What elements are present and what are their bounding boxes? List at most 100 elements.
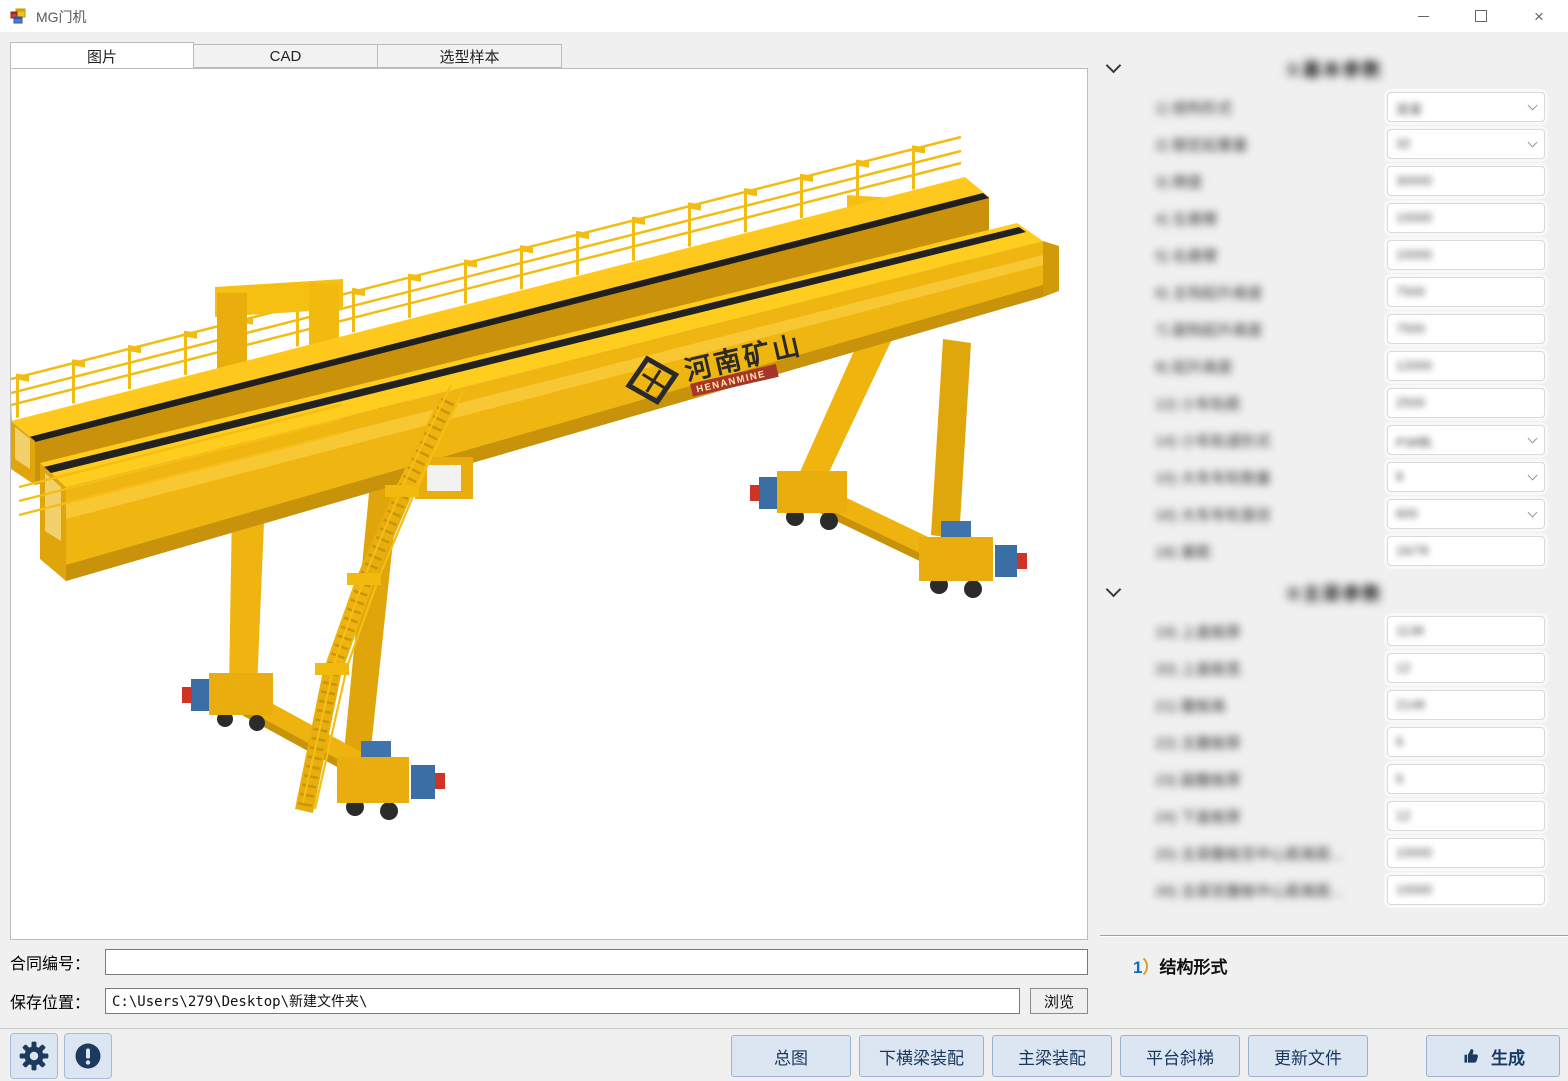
toolbar-button-主梁装配[interactable]: 主梁装配 [992,1035,1112,1077]
param-row: 14) 小车轨道形式 P38轨 [1100,425,1568,455]
param-input[interactable]: 10000 [1387,875,1545,905]
toolbar-button-更新文件[interactable]: 更新文件 [1248,1035,1368,1077]
param-input[interactable]: 10000 [1387,838,1545,868]
param-label: 18) 基距 [1155,541,1387,562]
hint-text: 结构形式 [1159,958,1227,977]
section-title: ①基本参数 [1285,60,1382,80]
param-row: 3) 跨度30000 [1100,166,1568,196]
param-label: 25) 主梁腹板至中心距离距... [1155,843,1387,864]
close-icon: × [1534,8,1544,25]
param-value: 2500 [1396,395,1425,410]
param-row: 6) 主钩起升高度 7500 [1100,277,1568,307]
param-value: 1138 [1396,623,1424,638]
param-input[interactable]: 10000 [1387,203,1545,233]
collapse-section-icon[interactable] [1106,582,1122,598]
param-value: 30000 [1396,173,1432,188]
tab-CAD[interactable]: CAD [194,44,378,68]
param-value: P38轨 [1396,432,1432,451]
param-value: 10000 [1396,845,1432,860]
tab-选型样本[interactable]: 选型样本 [378,44,562,68]
section-title: ②主梁参数 [1285,584,1382,604]
chevron-down-icon [1528,434,1538,444]
param-row: 25) 主梁腹板至中心距离距... 10000 [1100,838,1568,868]
chevron-down-icon [1528,101,1538,111]
param-label: 20) 上盖板宽 [1155,658,1387,679]
param-row: 19) 上盖板厚 1138 [1100,616,1568,646]
param-row: 22) 主腹板厚 6 [1100,727,1568,757]
panel-divider [1100,935,1568,937]
param-input[interactable]: 2148 [1387,690,1545,720]
toolbar-button-平台斜梯[interactable]: 平台斜梯 [1120,1035,1240,1077]
crane-image-panel: 河南矿山 HENANMINE [10,68,1088,940]
param-label: 4) 左悬臂 [1155,208,1387,229]
param-row: 8) 起升高度12000 [1100,351,1568,381]
tab-strip: 图片CAD选型样本 [10,42,562,68]
param-input[interactable]: 12000 [1387,351,1545,381]
param-value: 12 [1396,660,1410,675]
param-value: 7500 [1396,284,1425,299]
param-value: 8 [1396,469,1403,484]
toolbar-button-下横梁装配[interactable]: 下横梁装配 [859,1035,984,1077]
param-input[interactable]: 10000 [1387,240,1545,270]
param-row: 4) 左悬臂 10000 [1100,203,1568,233]
thumbs-up-icon [1461,1046,1482,1067]
param-label: 6) 主钩起升高度 [1155,282,1387,303]
param-value: 6 [1396,734,1403,749]
param-label: 19) 上盖板厚 [1155,621,1387,642]
param-input[interactable]: 16/78 [1387,536,1545,566]
maximize-icon [1475,10,1487,22]
param-label: 7) 副钩起升高度 [1155,319,1387,340]
minimize-button[interactable] [1394,0,1452,32]
app-icon [10,8,26,24]
tab-图片[interactable]: 图片 [10,42,194,69]
param-input[interactable]: 7500 [1387,314,1545,344]
param-row: 7) 副钩起升高度 7500 [1100,314,1568,344]
param-value: 10000 [1396,210,1432,225]
param-row: 16) 大车车轮直径 600 [1100,499,1568,529]
param-input[interactable]: 7500 [1387,277,1545,307]
generate-label: 生成 [1491,1044,1525,1069]
contract-number-input[interactable] [105,949,1088,975]
settings-button[interactable] [10,1033,58,1079]
parameter-panel: ①基本参数 1) 结构形式双梁 2) 额定起重量32 3) 跨度30000 4) 左悬臂… [1100,42,1568,1080]
parameter-hint: 1）结构形式 [1133,953,1227,978]
param-label: 24) 下盖板厚 [1155,806,1387,827]
generate-button[interactable]: 生成 [1426,1035,1560,1077]
chevron-down-icon [1528,138,1538,148]
param-input[interactable]: 2500 [1387,388,1545,418]
param-input[interactable]: 1138 [1387,616,1545,646]
param-row: 1) 结构形式双梁 [1100,92,1568,122]
param-label: 16) 大车车轮直径 [1155,504,1387,525]
param-value: 16/78 [1396,543,1429,558]
param-select[interactable]: 8 [1387,462,1545,492]
gantry-crane-render: 河南矿山 HENANMINE [11,69,1088,940]
param-input[interactable]: 12 [1387,801,1545,831]
warning-button[interactable] [64,1033,112,1079]
param-input[interactable]: 12 [1387,653,1545,683]
param-row: 24) 下盖板厚 12 [1100,801,1568,831]
save-path-input[interactable] [105,988,1020,1014]
chevron-down-icon [1528,508,1538,518]
toolbar-button-总图[interactable]: 总图 [731,1035,851,1077]
param-value: 2148 [1396,697,1425,712]
param-select[interactable]: 双梁 [1387,92,1545,122]
param-label: 26) 主梁至腹板中心距离距... [1155,880,1387,901]
param-select[interactable]: 600 [1387,499,1545,529]
param-input[interactable]: 6 [1387,727,1545,757]
param-value: 7500 [1396,321,1425,336]
param-value: 12000 [1396,358,1432,373]
param-input[interactable]: 6 [1387,764,1545,794]
param-row: 12) 小车轨距2500 [1100,388,1568,418]
param-input[interactable]: 30000 [1387,166,1545,196]
param-select[interactable]: 32 [1387,129,1545,159]
param-select[interactable]: P38轨 [1387,425,1545,455]
close-button[interactable]: × [1510,0,1568,32]
param-label: 14) 小车轨道形式 [1155,430,1387,451]
maximize-button[interactable] [1452,0,1510,32]
param-value: 12 [1396,808,1410,823]
param-value: 600 [1396,506,1418,521]
browse-button[interactable]: 浏览 [1030,988,1088,1014]
param-row: 2) 额定起重量32 [1100,129,1568,159]
collapse-section-icon[interactable] [1106,58,1122,74]
param-label: 22) 主腹板厚 [1155,732,1387,753]
